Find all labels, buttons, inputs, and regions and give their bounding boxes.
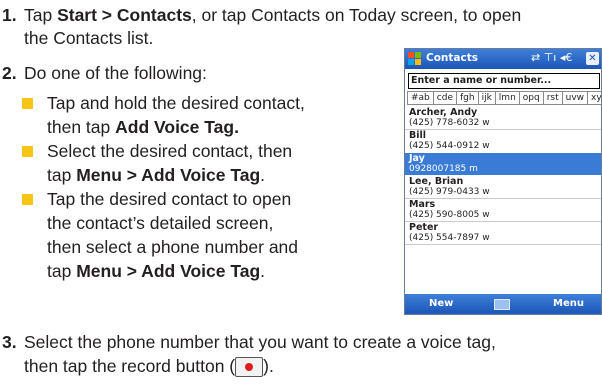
record-button-icon bbox=[235, 357, 264, 378]
bullet-3-line-2: the contact’s detailed screen, bbox=[47, 213, 274, 233]
tab-opq[interactable]: opq bbox=[518, 91, 544, 105]
step-1-text-b: , or tap Contacts on Today screen, to op… bbox=[191, 5, 522, 25]
menu-softkey[interactable]: Menu bbox=[553, 298, 584, 309]
tab-fgh[interactable]: fgh bbox=[455, 91, 479, 105]
contact-row[interactable]: Mars (425) 590-8005 w bbox=[405, 199, 601, 221]
status-icons: ⇄ ⊤ı ◂€ bbox=[531, 51, 573, 64]
contact-name: Lee, Brian bbox=[409, 176, 464, 187]
manual-page: 1. Tap Start > Contacts, or tap Contacts… bbox=[0, 0, 602, 386]
record-dot-icon bbox=[245, 363, 254, 372]
contact-phone: (425) 979-0433 w bbox=[409, 187, 490, 197]
tab-cde[interactable]: cde bbox=[432, 91, 457, 105]
bullet-2-line-2c: . bbox=[260, 165, 266, 185]
row-divider bbox=[405, 244, 601, 245]
contact-row[interactable]: Bill (425) 544-0912 w bbox=[405, 130, 601, 152]
step-3-number: 3. bbox=[2, 332, 17, 352]
phone-screenshot: Contacts ⇄ ⊤ı ◂€ ✕ Enter a name or numbe… bbox=[404, 48, 602, 315]
bullet-2-line-1: Select the desired contact, then bbox=[47, 141, 293, 161]
search-input[interactable]: Enter a name or number... bbox=[408, 73, 600, 89]
bullet-1: Tap and hold the desired contact, then t… bbox=[47, 91, 397, 139]
bullet-3-line-4c: . bbox=[260, 261, 266, 281]
step-1-text-a: Tap bbox=[24, 5, 58, 25]
bullet-marker-2 bbox=[22, 146, 33, 157]
tab-rst[interactable]: rst bbox=[542, 91, 563, 105]
step-3-line-2a: then tap the record button ( bbox=[24, 356, 236, 376]
contact-phone: (425) 778-6032 w bbox=[409, 118, 490, 128]
step-1: 1. Tap Start > Contacts, or tap Contacts… bbox=[2, 4, 592, 50]
alphabet-tabs: #ab cde fgh ijk lmn opq rst uvw xyz bbox=[407, 91, 601, 105]
bullet-1-bold: Add Voice Tag. bbox=[115, 117, 239, 137]
step-2: 2. Do one of the following: bbox=[2, 62, 382, 86]
contact-name: Jay bbox=[409, 153, 425, 164]
bullet-2: Select the desired contact, then tap Men… bbox=[47, 139, 397, 187]
bullet-3: Tap the desired contact to open the cont… bbox=[47, 187, 397, 283]
tab-ijk[interactable]: ijk bbox=[477, 91, 496, 105]
step-2-number: 2. bbox=[2, 63, 17, 83]
bullet-2-bold: Menu > Add Voice Tag bbox=[76, 165, 261, 185]
window-title: Contacts bbox=[426, 52, 478, 64]
step-3-line-2b: ). bbox=[263, 356, 274, 376]
contact-phone: (425) 590-8005 w bbox=[409, 210, 490, 220]
bullet-2-line-2a: tap bbox=[47, 165, 77, 185]
contact-row-selected[interactable]: Jay 0928007185 m bbox=[405, 153, 601, 175]
contact-row[interactable]: Peter (425) 554-7897 w bbox=[405, 222, 601, 244]
title-bar: Contacts ⇄ ⊤ı ◂€ ✕ bbox=[405, 49, 601, 69]
step-1-line-2: the Contacts list. bbox=[24, 28, 154, 48]
new-softkey[interactable]: New bbox=[429, 298, 453, 309]
step-1-bold: Start > Contacts bbox=[57, 5, 192, 25]
bullet-3-line-3: then select a phone number and bbox=[47, 237, 299, 257]
contact-row[interactable]: Lee, Brian (425) 979-0433 w bbox=[405, 176, 601, 198]
step-3: 3. Select the phone number that you want… bbox=[2, 331, 598, 383]
bullet-marker-3 bbox=[22, 194, 33, 205]
contact-phone: 0928007185 m bbox=[409, 164, 478, 174]
tab-xyz[interactable]: xyz bbox=[587, 91, 601, 105]
windows-start-icon[interactable] bbox=[408, 52, 422, 66]
contact-name: Mars bbox=[409, 199, 436, 210]
softkey-bar: New Menu bbox=[405, 294, 601, 314]
bullet-1-line-2a: then tap bbox=[47, 117, 116, 137]
close-icon[interactable]: ✕ bbox=[586, 52, 599, 65]
contact-row[interactable]: Archer, Andy (425) 778-6032 w bbox=[405, 107, 601, 129]
keyboard-icon[interactable] bbox=[494, 299, 510, 310]
step-2-text: Do one of the following: bbox=[24, 63, 207, 83]
bullet-1-line-1: Tap and hold the desired contact, bbox=[47, 93, 305, 113]
contact-phone: (425) 544-0912 w bbox=[409, 141, 490, 151]
bullet-marker-1 bbox=[22, 98, 33, 109]
bullet-3-bold: Menu > Add Voice Tag bbox=[76, 261, 261, 281]
bullet-3-line-1: Tap the desired contact to open bbox=[47, 189, 292, 209]
bullet-3-line-4a: tap bbox=[47, 261, 77, 281]
contact-name: Bill bbox=[409, 130, 427, 141]
contact-name: Peter bbox=[409, 222, 439, 233]
contact-phone: (425) 554-7897 w bbox=[409, 233, 490, 243]
tab-lmn[interactable]: lmn bbox=[494, 91, 520, 105]
tab-uvw[interactable]: uvw bbox=[561, 91, 589, 105]
step-1-number: 1. bbox=[2, 5, 17, 25]
tab-ab[interactable]: #ab bbox=[407, 91, 434, 105]
contact-name: Archer, Andy bbox=[409, 107, 478, 118]
step-3-line-1: Select the phone number that you want to… bbox=[24, 332, 496, 352]
